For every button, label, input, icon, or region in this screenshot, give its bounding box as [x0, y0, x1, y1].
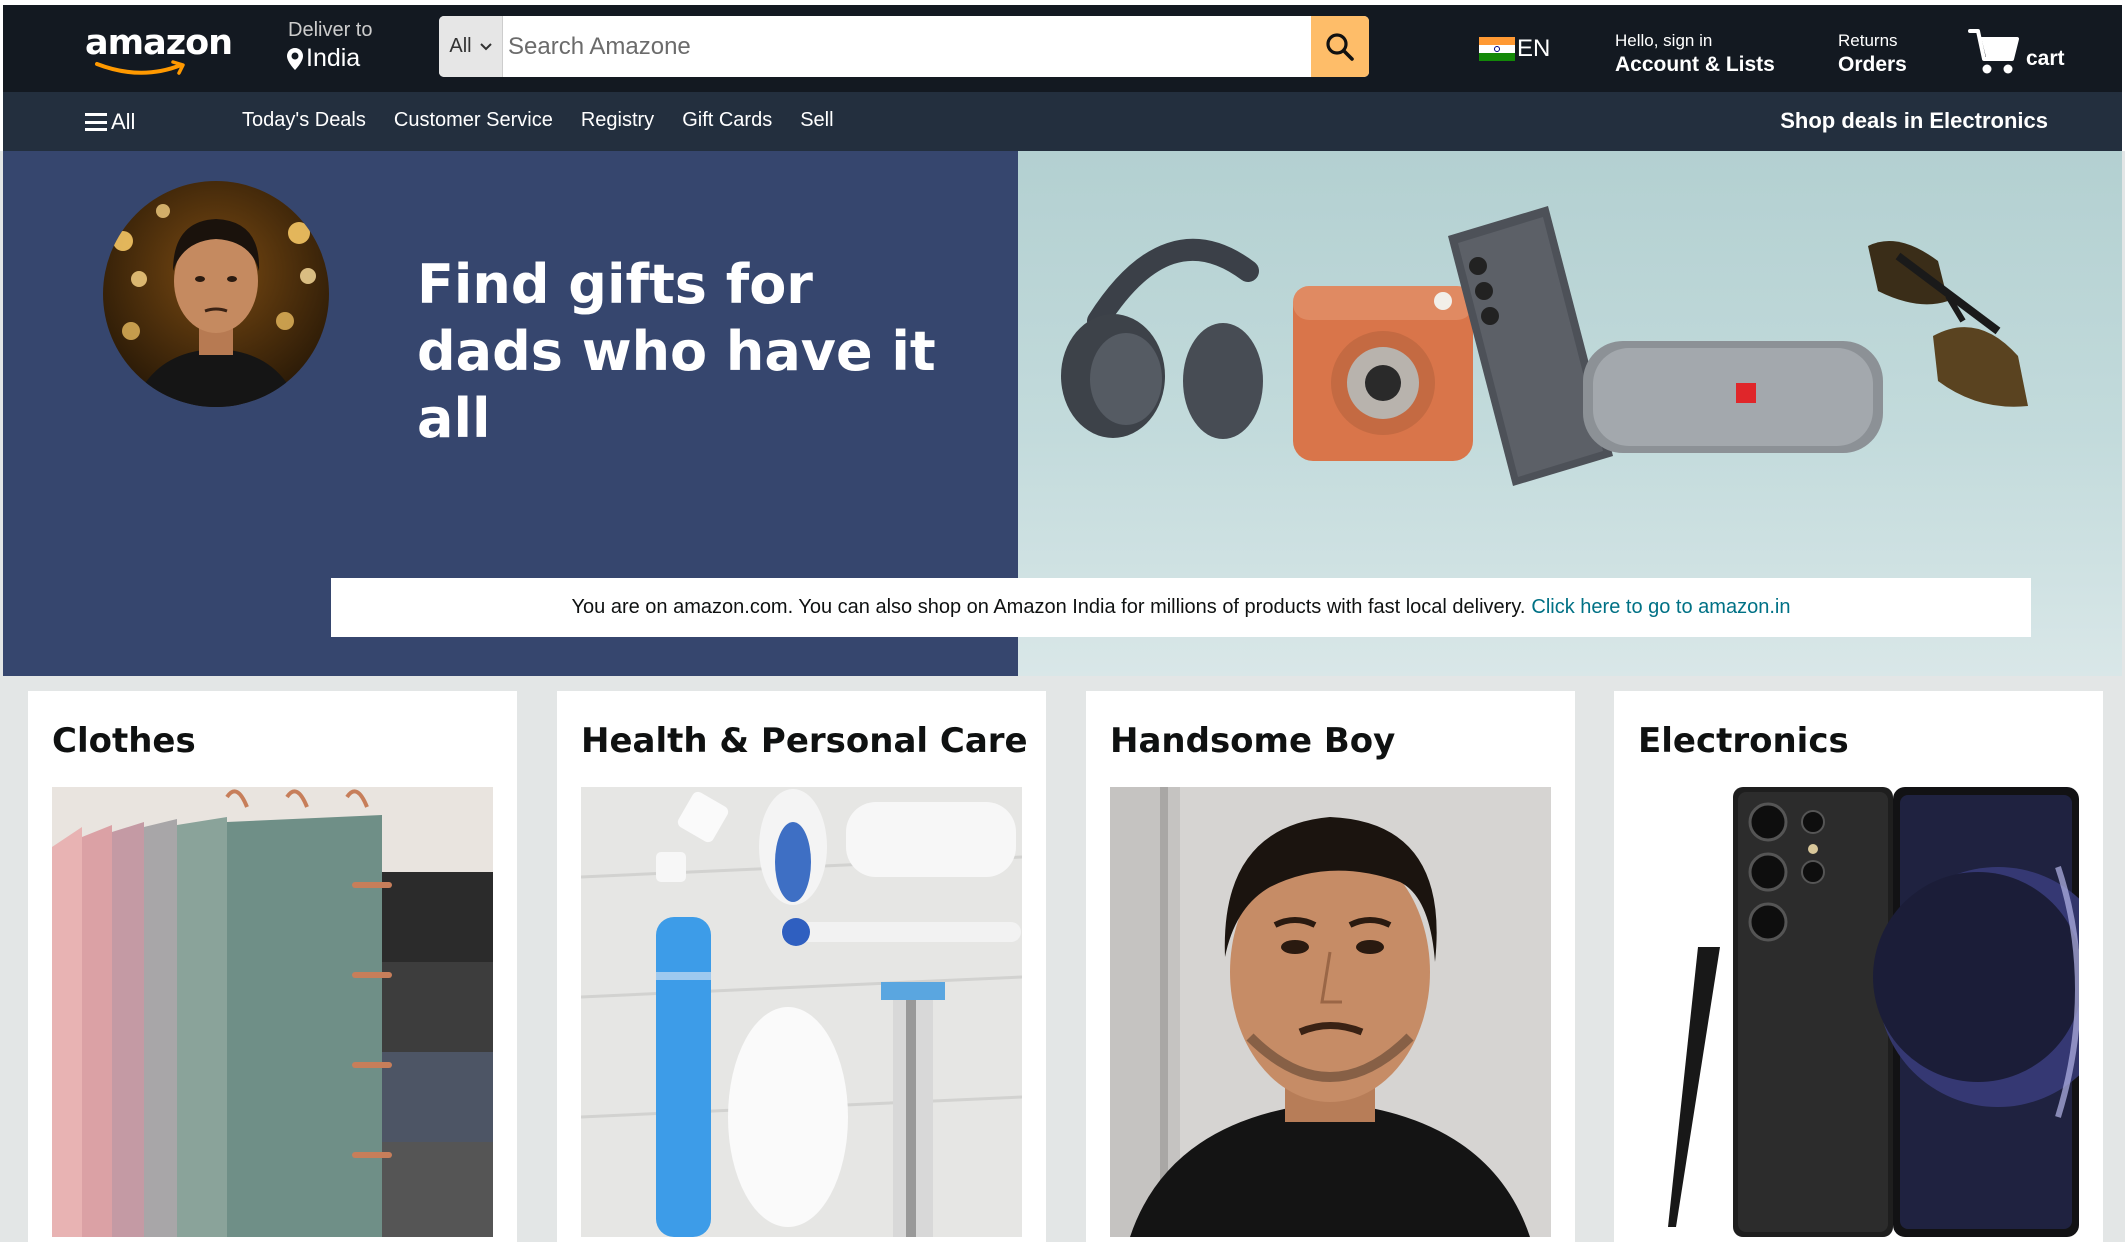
clothes-image[interactable] [52, 787, 493, 1237]
deliver-to[interactable]: Deliver to India [286, 19, 372, 73]
hamburger-menu-icon [85, 113, 107, 131]
account-label: Account & Lists [1615, 53, 1775, 76]
search-icon [1326, 32, 1354, 61]
top-nav-bar: amazon Deliver to India All Search Amazo… [0, 0, 2125, 92]
orders-label: Orders [1838, 53, 1907, 76]
hero-heading: Find gifts for dads who have it all [417, 251, 1018, 452]
all-menu-label: All [111, 109, 136, 134]
hero-heading-line2: dads who have it all [417, 320, 936, 450]
cart-icon [1968, 29, 2019, 74]
category-card-health[interactable]: Health & Personal Care [557, 691, 1046, 1242]
portrait-image[interactable] [1110, 787, 1551, 1237]
hero-banner[interactable]: Find gifts for dads who have it all You … [3, 151, 2122, 676]
region-notice-text: You are on amazon.com. You can also shop… [571, 596, 1526, 618]
nav-link-registry[interactable]: Registry [581, 109, 654, 132]
account-greeting: Hello, sign in [1615, 31, 1713, 50]
language-label: EN [1517, 35, 1551, 62]
all-menu-button[interactable]: All [85, 109, 135, 135]
subnav-links: Today's Deals Customer Service Registry … [242, 109, 862, 132]
health-care-image[interactable] [581, 787, 1022, 1237]
nav-link-sell[interactable]: Sell [800, 109, 833, 132]
cart-label: cart [2026, 47, 2065, 70]
search-input[interactable] [503, 16, 1311, 77]
search-button[interactable] [1311, 16, 1369, 77]
hero-heading-line1: Find gifts for [417, 253, 813, 316]
logo-text: amazon [85, 23, 233, 63]
nav-link-todays-deals[interactable]: Today's Deals [242, 109, 366, 132]
search-category-label: All [449, 35, 472, 57]
category-card-clothes[interactable]: Clothes [28, 691, 517, 1242]
deliver-to-label: Deliver to [288, 19, 373, 41]
nav-link-gift-cards[interactable]: Gift Cards [682, 109, 772, 132]
location-pin-icon [287, 47, 303, 70]
deliver-location: India [286, 44, 372, 73]
search-bar: All [439, 16, 1369, 77]
india-flag-icon [1479, 37, 1515, 61]
bluetooth-speaker-icon [1583, 341, 1883, 453]
chevron-down-icon [479, 42, 492, 50]
account-and-lists[interactable]: Hello, sign in Account & Lists [1615, 31, 1775, 77]
sunglasses-icon [1868, 241, 2028, 407]
cart-button[interactable]: cart [1968, 23, 2065, 77]
logo-smile-icon [95, 60, 185, 75]
headphones-icon [1061, 238, 1263, 439]
electronics-image[interactable] [1638, 787, 2079, 1237]
card-title: Clothes [52, 721, 196, 761]
category-card-handsome-boy[interactable]: Handsome Boy [1086, 691, 1575, 1242]
instant-camera-icon [1293, 286, 1473, 461]
region-notice-bar: You are on amazon.com. You can also shop… [331, 578, 2031, 637]
secondary-nav-bar: All Today's Deals Customer Service Regis… [0, 92, 2125, 151]
amazon-in-link[interactable]: Click here to go to amazon.in [1531, 596, 1790, 619]
returns-label: Returns [1838, 31, 1898, 50]
profile-avatar [103, 181, 329, 407]
language-selector[interactable]: EN [1479, 35, 1550, 63]
nav-link-customer-service[interactable]: Customer Service [394, 109, 553, 132]
electronics-deals-link[interactable]: Shop deals in Electronics [1780, 108, 2048, 134]
card-title: Health & Personal Care [581, 721, 1028, 761]
returns-and-orders[interactable]: Returns Orders [1838, 31, 1907, 77]
amazon-logo[interactable]: amazon [85, 23, 233, 83]
search-category-select[interactable]: All [439, 16, 503, 77]
category-card-electronics[interactable]: Electronics [1614, 691, 2103, 1242]
card-title: Electronics [1638, 721, 1849, 761]
card-title: Handsome Boy [1110, 721, 1396, 761]
deliver-location-text: India [306, 44, 361, 72]
